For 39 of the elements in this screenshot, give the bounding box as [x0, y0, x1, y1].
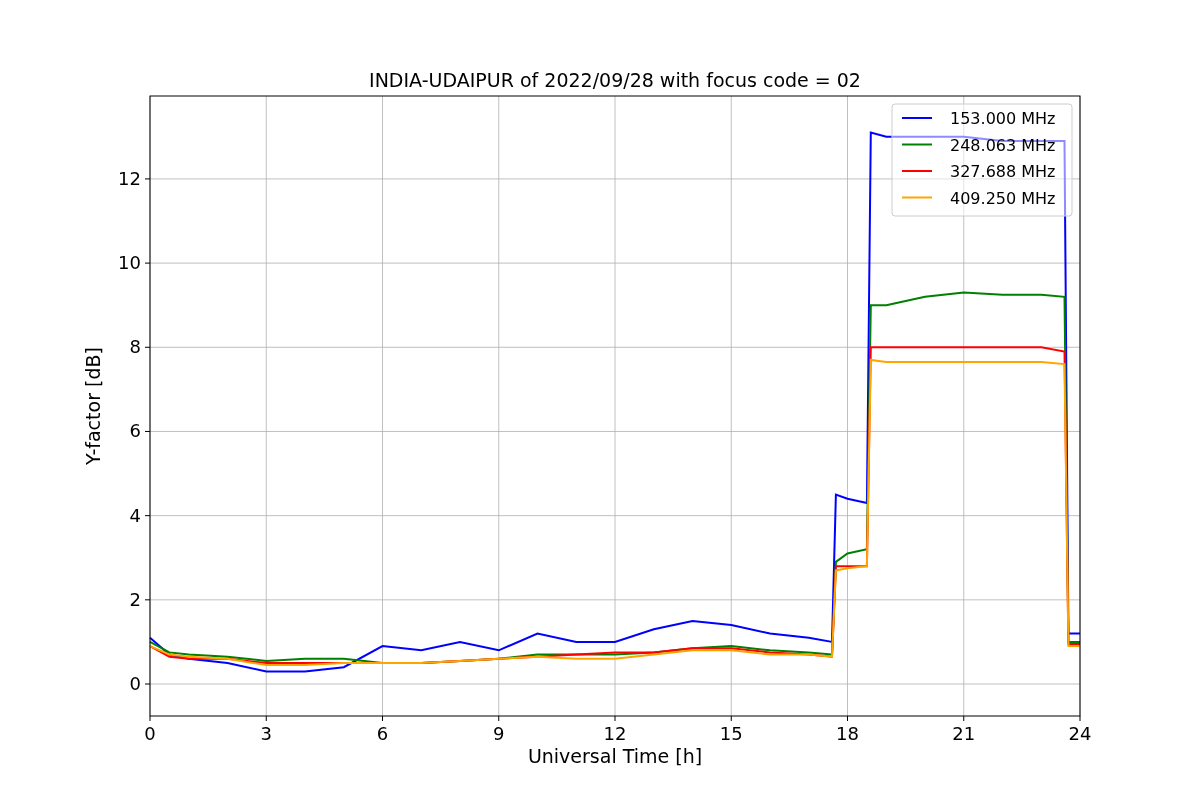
tick-mark: [144, 430, 151, 432]
legend-label: 409.250 MHz: [950, 188, 1056, 208]
chart-title: INDIA-UDAIPUR of 2022/09/28 with focus code = 02: [369, 69, 861, 91]
tick-mark: [1079, 715, 1081, 722]
tick-label: 0: [144, 723, 156, 744]
tick-label: 8: [129, 336, 141, 358]
x-axis-label: Universal Time [h]: [527, 745, 703, 767]
tick-label: 3: [260, 723, 272, 744]
legend-label: 248.063 MHz: [950, 135, 1056, 155]
tick-mark: [144, 599, 151, 601]
tick-label: 10: [118, 252, 141, 274]
tick-mark: [149, 715, 151, 722]
legend-label: 327.688 MHz: [950, 162, 1056, 181]
tick-mark: [963, 715, 965, 722]
tick-label: 12: [603, 723, 627, 744]
tick-mark: [847, 715, 848, 722]
tick-label: 0: [129, 673, 141, 694]
tick-mark: [498, 715, 500, 722]
tick-mark: [144, 346, 151, 348]
tick-mark: [144, 683, 151, 685]
tick-label: 4: [129, 504, 141, 526]
y-axis-label: Y-factor [dB]: [82, 347, 104, 465]
tick-label: 2: [129, 588, 141, 610]
tick-label: 24: [1068, 723, 1092, 744]
tick-mark: [382, 715, 383, 722]
tick-mark: [144, 178, 151, 180]
tick-mark: [730, 715, 732, 722]
legend-label: 153.000 MHz: [950, 109, 1056, 128]
tick-label: 15: [719, 723, 743, 744]
tick-label: 12: [118, 167, 141, 189]
tick-label: 9: [493, 723, 505, 744]
tick-mark: [144, 262, 151, 264]
tick-label: 18: [836, 723, 859, 744]
tick-label: 6: [376, 723, 389, 744]
tick-mark: [265, 715, 267, 722]
tick-mark: [614, 715, 616, 722]
tick-label: 6: [129, 420, 141, 442]
tick-label: 21: [952, 723, 976, 744]
tick-mark: [144, 515, 151, 517]
